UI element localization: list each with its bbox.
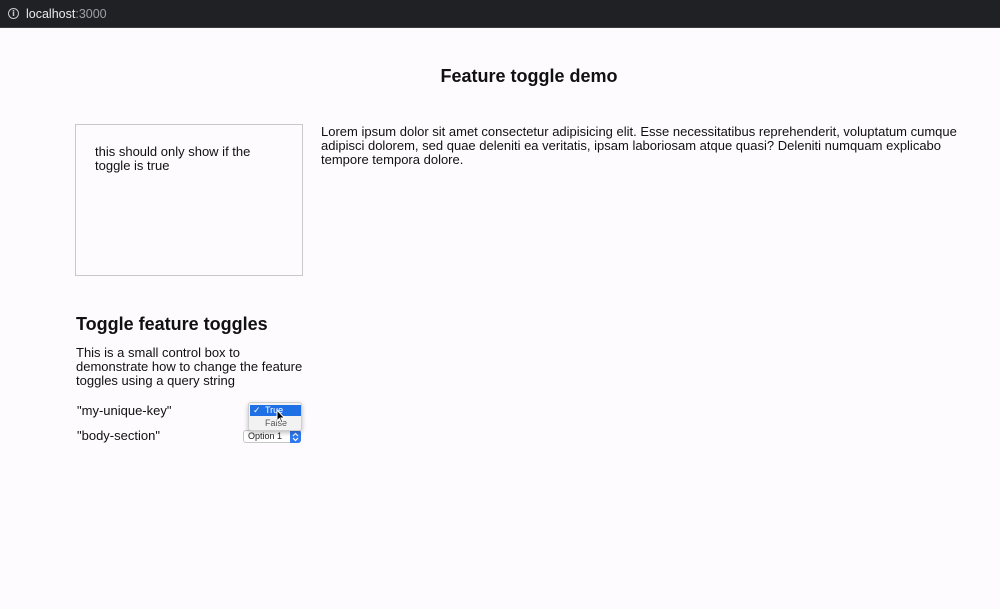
feature-toggle-box: this should only show if the toggle is t…: [75, 124, 303, 276]
controls-heading: Toggle feature toggles: [76, 314, 268, 334]
body-section-text: Lorem ipsum dolor sit amet consectetur a…: [321, 124, 957, 167]
page-title: Feature toggle demo: [440, 66, 618, 86]
controls-description: This is a small control box to demonstra…: [76, 345, 303, 388]
select-value: Option 1: [248, 431, 283, 441]
chevron-updown-icon[interactable]: [290, 430, 301, 443]
toggle-key-label: "body-section": [77, 428, 160, 443]
feature-box-text: this should only show if the toggle is t…: [95, 144, 251, 173]
body-section-select[interactable]: Option 1: [243, 430, 301, 443]
browser-address-bar[interactable]: i localhost:3000: [0, 0, 1000, 28]
my-unique-key-dropdown[interactable]: ✓ True False: [248, 402, 302, 431]
info-icon[interactable]: i: [8, 8, 19, 19]
url-port: :3000: [75, 6, 107, 21]
url-text[interactable]: localhost:3000: [26, 7, 107, 21]
toggle-key-label: "my-unique-key": [77, 403, 172, 418]
cursor-icon: [276, 409, 286, 424]
url-host: localhost: [26, 6, 76, 21]
check-icon: ✓: [253, 405, 261, 415]
